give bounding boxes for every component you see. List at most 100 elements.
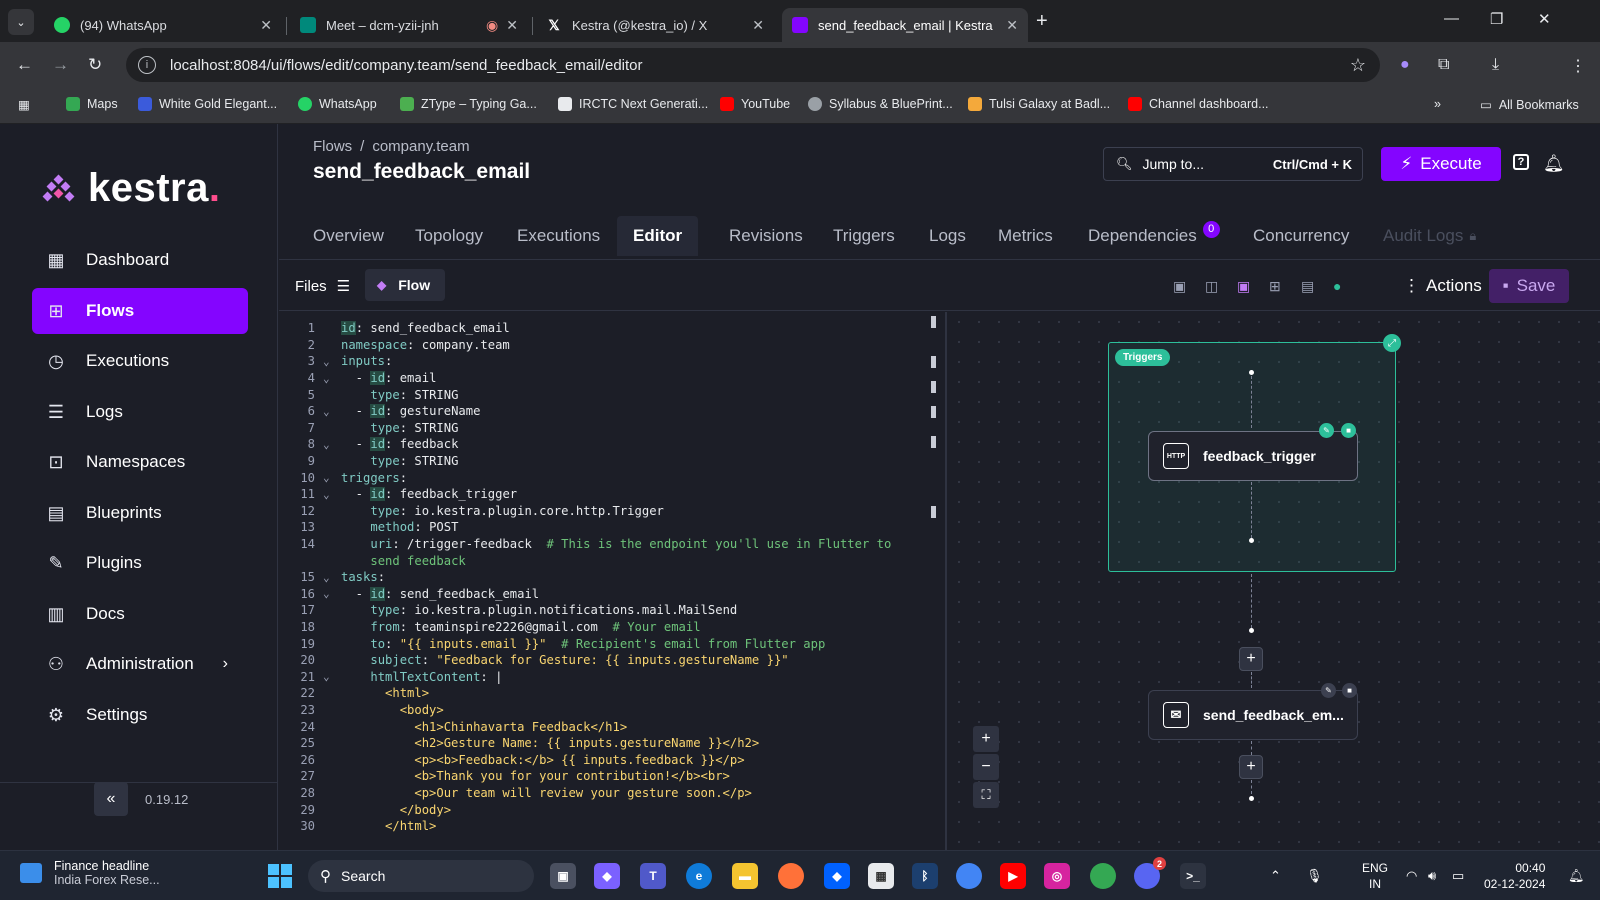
- tab-editor[interactable]: Editor: [617, 216, 699, 256]
- actions-menu[interactable]: ⋮ Actions: [1403, 276, 1482, 296]
- fold-chevron-icon[interactable]: ⌄: [323, 471, 341, 484]
- sidebar-item-plugins[interactable]: ✎ Plugins: [32, 540, 248, 586]
- microphone-icon[interactable]: 🎙︎: [1306, 868, 1323, 884]
- sidebar-item-settings[interactable]: ⚙ Settings: [32, 692, 248, 738]
- edit-node-icon[interactable]: ✎: [1321, 683, 1336, 698]
- tab-metrics[interactable]: Metrics: [982, 216, 1069, 256]
- code-line[interactable]: 30 </html>: [279, 818, 939, 835]
- code-line[interactable]: 15 ⌄ tasks:: [279, 569, 939, 586]
- fold-chevron-icon[interactable]: ⌄: [323, 355, 341, 368]
- help-icon[interactable]: ?: [1513, 154, 1529, 170]
- code-line[interactable]: 7 type: STRING: [279, 420, 939, 437]
- bookmark-star-icon[interactable]: ☆: [1350, 55, 1366, 76]
- bookmark-syllabus[interactable]: Syllabus & BluePrint...: [808, 97, 953, 111]
- extension-drop-icon[interactable]: ●: [1400, 56, 1410, 74]
- download-icon[interactable]: ⤓: [1492, 56, 1499, 74]
- jump-to-search[interactable]: 🔍︎ Jump to... Ctrl/Cmd + K: [1103, 147, 1363, 181]
- taskbar-search[interactable]: ⚲ Search: [308, 860, 534, 892]
- tray-overflow-icon[interactable]: ⌃: [1270, 868, 1281, 884]
- bookmark-channel-dashboard[interactable]: Channel dashboard...: [1128, 97, 1269, 111]
- firefox-icon[interactable]: [778, 863, 804, 889]
- code-line[interactable]: 21 ⌄ htmlTextContent: |: [279, 669, 939, 686]
- tab-revisions[interactable]: Revisions: [713, 216, 819, 256]
- fit-view-button[interactable]: ⛶: [973, 782, 999, 808]
- address-bar[interactable]: i localhost:8084/ui/flows/edit/company.t…: [126, 48, 1380, 82]
- all-bookmarks[interactable]: ▭ All Bookmarks: [1480, 97, 1579, 113]
- delete-node-icon[interactable]: ■: [1341, 423, 1356, 438]
- split-view-icon[interactable]: ◫: [1205, 278, 1218, 295]
- notification-bell-icon[interactable]: 🔔︎: [1543, 154, 1565, 174]
- code-line[interactable]: 8 ⌄ - id: feedback: [279, 436, 939, 453]
- breadcrumb-namespace[interactable]: company.team: [372, 138, 469, 155]
- code-line[interactable]: 27 <b>Thank you for your contribution!</…: [279, 768, 939, 785]
- browser-tab-kestra[interactable]: send_feedback_email | Kestra ✕: [782, 8, 1028, 42]
- more-bookmarks-icon[interactable]: »: [1434, 97, 1441, 111]
- close-tab-icon[interactable]: ✕: [506, 17, 518, 34]
- sidebar-item-flows[interactable]: ⊞ Flows: [32, 288, 248, 334]
- code-line[interactable]: 13 method: POST: [279, 519, 939, 536]
- code-line[interactable]: 9 type: STRING: [279, 453, 939, 470]
- browser-tab-x[interactable]: 𝕏 Kestra (@kestra_io) / X ✕: [536, 8, 774, 42]
- code-line[interactable]: 16 ⌄ - id: send_feedback_email: [279, 586, 939, 603]
- code-line[interactable]: 12 type: io.kestra.plugin.core.http.Trig…: [279, 503, 939, 520]
- tab-executions[interactable]: Executions: [501, 216, 616, 256]
- code-line[interactable]: 28 <p>Our team will review your gesture …: [279, 785, 939, 802]
- battery-icon[interactable]: ▭: [1452, 868, 1464, 884]
- chrome-icon[interactable]: [956, 863, 982, 889]
- documentation-view-icon[interactable]: ▤: [1301, 278, 1314, 295]
- terminal-icon[interactable]: >_: [1180, 863, 1206, 889]
- code-line[interactable]: 14 uri: /trigger-feedback # This is the …: [279, 536, 939, 553]
- restore-icon[interactable]: ❐: [1490, 10, 1503, 28]
- sidebar-item-namespaces[interactable]: ⊡ Namespaces: [32, 439, 248, 485]
- tab-concurrency[interactable]: Concurrency: [1237, 216, 1365, 256]
- add-task-button[interactable]: +: [1239, 755, 1263, 779]
- reload-icon[interactable]: ↻: [88, 55, 102, 75]
- code-line[interactable]: 6 ⌄ - id: gestureName: [279, 403, 939, 420]
- bookmark-youtube[interactable]: YouTube: [720, 97, 790, 111]
- fold-chevron-icon[interactable]: ⌄: [323, 438, 341, 451]
- close-tab-icon[interactable]: ✕: [1006, 17, 1018, 34]
- files-toggle[interactable]: Files ☰: [295, 277, 350, 295]
- sidebar-item-dashboard[interactable]: ▦ Dashboard: [32, 237, 248, 283]
- volume-icon[interactable]: 🔊︎: [1428, 868, 1436, 884]
- code-line[interactable]: 24 <h1>Chinhavarta Feedback</h1>: [279, 718, 939, 735]
- apps-grid-icon[interactable]: ▦: [18, 97, 30, 112]
- yaml-code-editor[interactable]: 1 id: send_feedback_email 2 namespace: comp…: [279, 312, 939, 850]
- copilot-icon[interactable]: ◆: [594, 863, 620, 889]
- code-line[interactable]: 2 namespace: company.team: [279, 337, 939, 354]
- code-line[interactable]: 4 ⌄ - id: email: [279, 370, 939, 387]
- code-line[interactable]: 22 <html>: [279, 685, 939, 702]
- code-line[interactable]: 11 ⌄ - id: feedback_trigger: [279, 486, 939, 503]
- windows-start-icon[interactable]: [268, 864, 292, 888]
- forward-icon[interactable]: →: [52, 55, 69, 75]
- language-indicator[interactable]: ENG IN: [1362, 860, 1388, 892]
- bookmark-white-gold[interactable]: White Gold Elegant...: [138, 97, 277, 111]
- fold-chevron-icon[interactable]: ⌄: [323, 488, 341, 501]
- breadcrumb-flows[interactable]: Flows: [313, 138, 352, 155]
- dropbox-icon[interactable]: ◆: [824, 863, 850, 889]
- code-line[interactable]: 20 subject: "Feedback for Gesture: {{ in…: [279, 652, 939, 669]
- clock[interactable]: 00:40 02-12-2024: [1484, 860, 1545, 892]
- tab-topology[interactable]: Topology: [399, 216, 499, 256]
- close-window-icon[interactable]: ✕: [1538, 10, 1551, 28]
- code-line[interactable]: 10 ⌄ triggers:: [279, 469, 939, 486]
- sidebar-item-executions[interactable]: ◷ Executions: [32, 338, 248, 384]
- wifi-icon[interactable]: ◠: [1406, 868, 1417, 884]
- bookmark-irctc[interactable]: IRCTC Next Generati...: [558, 97, 708, 111]
- collapse-sidebar-button[interactable]: «: [94, 782, 128, 816]
- code-line[interactable]: 5 type: STRING: [279, 386, 939, 403]
- instagram-icon[interactable]: ◎: [1044, 863, 1070, 889]
- topology-view-icon[interactable]: ⊞: [1269, 278, 1281, 295]
- store-icon[interactable]: ▦: [868, 863, 894, 889]
- fold-chevron-icon[interactable]: ⌄: [323, 670, 341, 683]
- code-line[interactable]: 29 </body>: [279, 801, 939, 818]
- bookmark-tulsi[interactable]: Tulsi Galaxy at Badl...: [968, 97, 1110, 111]
- fold-chevron-icon[interactable]: ⌄: [323, 587, 341, 600]
- bookmark-whatsapp[interactable]: WhatsApp: [298, 97, 377, 111]
- fold-chevron-icon[interactable]: ⌄: [323, 405, 341, 418]
- minimize-icon[interactable]: —: [1444, 10, 1459, 27]
- browser-tab-meet[interactable]: Meet – dcm-yzii-jnh ◉ ✕: [290, 8, 528, 42]
- kestra-logo[interactable]: kestra.: [42, 166, 221, 211]
- file-explorer-icon[interactable]: ▬: [732, 863, 758, 889]
- source-view-icon[interactable]: ▣: [1173, 278, 1186, 295]
